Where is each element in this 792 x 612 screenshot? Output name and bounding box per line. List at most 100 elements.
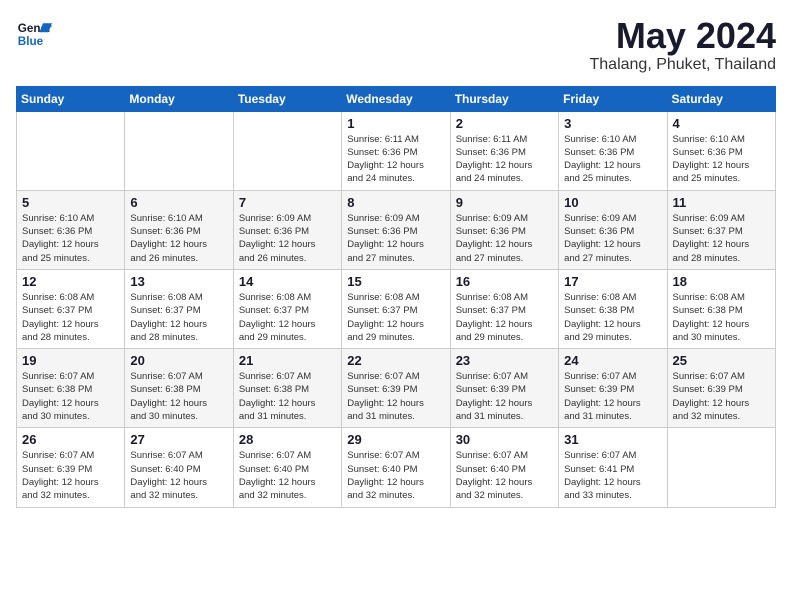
calendar-week-row: 5 Sunrise: 6:10 AM Sunset: 6:36 PM Daylig… [17,190,776,269]
day-info: Sunrise: 6:08 AM Sunset: 6:38 PM Dayligh… [673,291,770,344]
day-info: Sunrise: 6:07 AM Sunset: 6:38 PM Dayligh… [239,370,336,423]
day-info: Sunrise: 6:09 AM Sunset: 6:37 PM Dayligh… [673,212,770,265]
day-info: Sunrise: 6:09 AM Sunset: 6:36 PM Dayligh… [564,212,661,265]
table-row: 16 Sunrise: 6:08 AM Sunset: 6:37 PM Dayli… [450,269,558,348]
table-row [125,111,233,190]
day-number: 28 [239,432,336,447]
table-row [233,111,341,190]
day-number: 14 [239,274,336,289]
weekday-header-row: Sunday Monday Tuesday Wednesday Thursday… [17,86,776,111]
day-number: 4 [673,116,770,131]
table-row: 30 Sunrise: 6:07 AM Sunset: 6:40 PM Dayli… [450,428,558,507]
table-row: 8Sunrise: 6:09 AM Sunset: 6:36 PM Daylig… [342,190,450,269]
day-info: Sunrise: 6:07 AM Sunset: 6:38 PM Dayligh… [130,370,227,423]
day-info: Sunrise: 6:08 AM Sunset: 6:37 PM Dayligh… [456,291,553,344]
table-row: 21 Sunrise: 6:07 AM Sunset: 6:38 PM Dayli… [233,349,341,428]
day-info: Sunrise: 6:10 AM Sunset: 6:36 PM Dayligh… [22,212,119,265]
day-info: Sunrise: 6:07 AM Sunset: 6:40 PM Dayligh… [347,449,444,502]
day-info: Sunrise: 6:07 AM Sunset: 6:41 PM Dayligh… [564,449,661,502]
day-number: 31 [564,432,661,447]
day-info: Sunrise: 6:09 AM Sunset: 6:36 PM Dayligh… [347,212,444,265]
table-row: 9 Sunrise: 6:09 AM Sunset: 6:36 PM Daylig… [450,190,558,269]
day-number: 10 [564,195,661,210]
table-row: 25Sunrise: 6:07 AM Sunset: 6:39 PM Dayli… [667,349,775,428]
table-row: 24 Sunrise: 6:07 AM Sunset: 6:39 PM Dayli… [559,349,667,428]
day-number: 20 [130,353,227,368]
table-row: 15 Sunrise: 6:08 AM Sunset: 6:37 PM Dayli… [342,269,450,348]
day-number: 16 [456,274,553,289]
table-row: 10 Sunrise: 6:09 AM Sunset: 6:36 PM Dayli… [559,190,667,269]
day-number: 23 [456,353,553,368]
day-number: 22 [347,353,444,368]
header-tuesday: Tuesday [233,86,341,111]
svg-text:Blue: Blue [18,35,44,48]
day-info: Sunrise: 6:08 AM Sunset: 6:37 PM Dayligh… [130,291,227,344]
day-number: 3 [564,116,661,131]
table-row: 14 Sunrise: 6:08 AM Sunset: 6:37 PM Dayli… [233,269,341,348]
header-thursday: Thursday [450,86,558,111]
day-number: 27 [130,432,227,447]
table-row: 2Sunrise: 6:11 AM Sunset: 6:36 PM Daylig… [450,111,558,190]
day-number: 5 [22,195,119,210]
table-row: 11Sunrise: 6:09 AM Sunset: 6:37 PM Dayli… [667,190,775,269]
day-number: 26 [22,432,119,447]
day-number: 2 [456,116,553,131]
day-info: Sunrise: 6:08 AM Sunset: 6:37 PM Dayligh… [347,291,444,344]
table-row: 27 Sunrise: 6:07 AM Sunset: 6:40 PM Dayli… [125,428,233,507]
header-sunday: Sunday [17,86,125,111]
header-wednesday: Wednesday [342,86,450,111]
calendar-week-row: 26 Sunrise: 6:07 AM Sunset: 6:39 PM Dayli… [17,428,776,507]
day-number: 21 [239,353,336,368]
title-block: May 2024 Thalang, Phuket, Thailand [590,16,777,74]
day-info: Sunrise: 6:08 AM Sunset: 6:38 PM Dayligh… [564,291,661,344]
table-row: 19 Sunrise: 6:07 AM Sunset: 6:38 PM Dayli… [17,349,125,428]
logo: General Blue [16,16,52,52]
calendar-week-row: 1Sunrise: 6:11 AM Sunset: 6:36 PM Daylig… [17,111,776,190]
day-info: Sunrise: 6:11 AM Sunset: 6:36 PM Dayligh… [347,133,444,186]
table-row [17,111,125,190]
calendar-week-row: 12 Sunrise: 6:08 AM Sunset: 6:37 PM Dayli… [17,269,776,348]
table-row: 28Sunrise: 6:07 AM Sunset: 6:40 PM Dayli… [233,428,341,507]
table-row: 20 Sunrise: 6:07 AM Sunset: 6:38 PM Dayli… [125,349,233,428]
day-info: Sunrise: 6:10 AM Sunset: 6:36 PM Dayligh… [130,212,227,265]
day-info: Sunrise: 6:07 AM Sunset: 6:38 PM Dayligh… [22,370,119,423]
day-number: 13 [130,274,227,289]
day-number: 7 [239,195,336,210]
table-row: 31 Sunrise: 6:07 AM Sunset: 6:41 PM Dayli… [559,428,667,507]
day-info: Sunrise: 6:07 AM Sunset: 6:39 PM Dayligh… [456,370,553,423]
calendar-week-row: 19 Sunrise: 6:07 AM Sunset: 6:38 PM Dayli… [17,349,776,428]
day-number: 12 [22,274,119,289]
table-row: 17 Sunrise: 6:08 AM Sunset: 6:38 PM Dayli… [559,269,667,348]
table-row: 29 Sunrise: 6:07 AM Sunset: 6:40 PM Dayli… [342,428,450,507]
header-monday: Monday [125,86,233,111]
header-saturday: Saturday [667,86,775,111]
table-row: 18 Sunrise: 6:08 AM Sunset: 6:38 PM Dayli… [667,269,775,348]
day-info: Sunrise: 6:07 AM Sunset: 6:40 PM Dayligh… [130,449,227,502]
day-info: Sunrise: 6:07 AM Sunset: 6:39 PM Dayligh… [22,449,119,502]
day-info: Sunrise: 6:07 AM Sunset: 6:39 PM Dayligh… [673,370,770,423]
day-number: 29 [347,432,444,447]
day-info: Sunrise: 6:09 AM Sunset: 6:36 PM Dayligh… [456,212,553,265]
day-info: Sunrise: 6:07 AM Sunset: 6:39 PM Dayligh… [564,370,661,423]
day-number: 9 [456,195,553,210]
header-friday: Friday [559,86,667,111]
table-row: 26 Sunrise: 6:07 AM Sunset: 6:39 PM Dayli… [17,428,125,507]
day-info: Sunrise: 6:07 AM Sunset: 6:39 PM Dayligh… [347,370,444,423]
day-info: Sunrise: 6:08 AM Sunset: 6:37 PM Dayligh… [239,291,336,344]
day-info: Sunrise: 6:09 AM Sunset: 6:36 PM Dayligh… [239,212,336,265]
day-number: 24 [564,353,661,368]
day-number: 18 [673,274,770,289]
day-number: 15 [347,274,444,289]
day-number: 30 [456,432,553,447]
table-row [667,428,775,507]
calendar-table: Sunday Monday Tuesday Wednesday Thursday… [16,86,776,508]
day-info: Sunrise: 6:08 AM Sunset: 6:37 PM Dayligh… [22,291,119,344]
logo-icon: General Blue [16,16,52,52]
table-row: 7 Sunrise: 6:09 AM Sunset: 6:36 PM Daylig… [233,190,341,269]
table-row: 4 Sunrise: 6:10 AM Sunset: 6:36 PM Daylig… [667,111,775,190]
day-number: 19 [22,353,119,368]
day-info: Sunrise: 6:10 AM Sunset: 6:36 PM Dayligh… [673,133,770,186]
day-number: 17 [564,274,661,289]
day-info: Sunrise: 6:07 AM Sunset: 6:40 PM Dayligh… [456,449,553,502]
day-number: 6 [130,195,227,210]
